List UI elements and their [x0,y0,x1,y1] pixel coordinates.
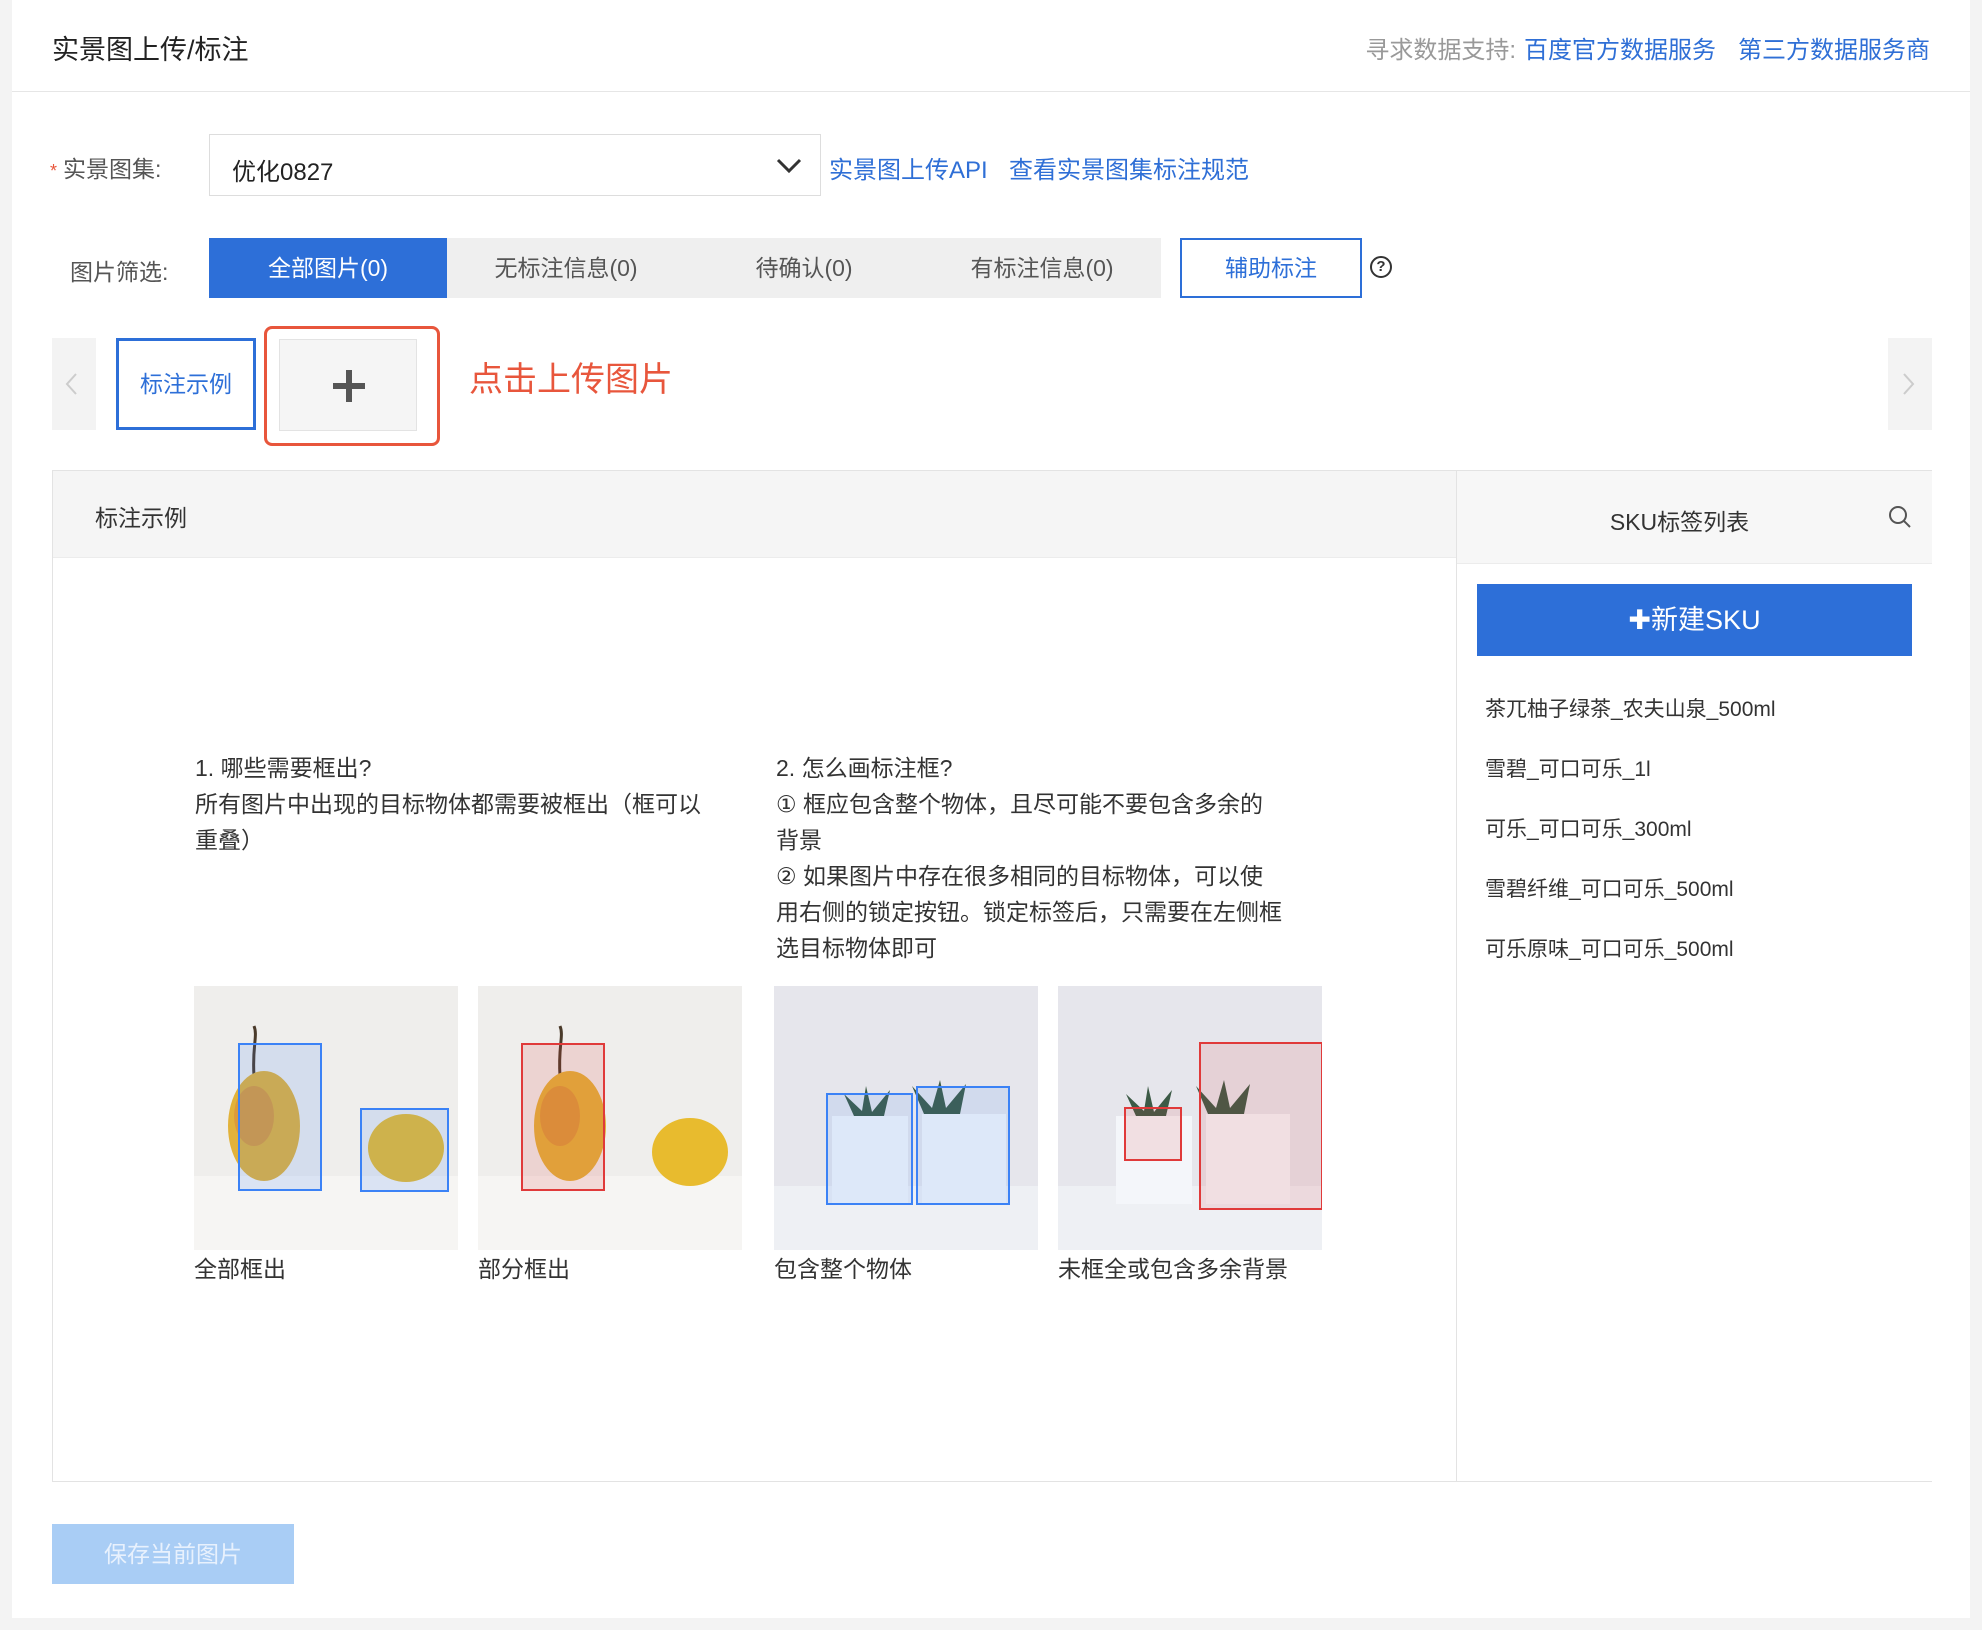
annotation-spec-link[interactable]: 查看实景图集标注规范 [1009,150,1249,185]
strip-next-button[interactable] [1888,338,1932,430]
example-photo-plants-bad [1058,986,1322,1250]
guide-line: ① 框应包含整个物体，且尽可能不要包含多余的 [776,791,1264,817]
image-filter-tabs: 全部图片(0) 无标注信息(0) 待确认(0) 有标注信息(0) [209,238,1161,298]
plus-icon: ✚ [1628,605,1652,635]
guide-title: 1. 哪些需要框出? [195,755,372,781]
third-party-data-link[interactable]: 第三方数据服务商 [1738,37,1930,64]
annotation-panel: 标注示例 SKU标签列表 ✚新建SKU 茶兀柚子绿茶_农夫山泉_500ml 雪碧… [52,470,1932,1482]
sku-header: SKU标签列表 [1457,471,1932,564]
top-bar: 实景图上传/标注 寻求数据支持: 百度官方数据服务 第三方数据服务商 [12,0,1970,92]
sku-item[interactable]: 雪碧_可口可乐_1l [1485,753,1651,783]
sku-item[interactable]: 可乐原味_可口可乐_500ml [1485,933,1734,963]
new-sku-button[interactable]: ✚新建SKU [1477,584,1912,656]
guide-line: 背景 [776,827,822,853]
assist-annotation-button[interactable]: 辅助标注 [1180,238,1362,298]
example-photo-plants-whole [774,986,1038,1250]
required-mark: * [50,161,58,181]
search-icon[interactable] [1888,505,1912,529]
guide-line: ② 如果图片中存在很多相同的目标物体，可以使 [776,863,1264,889]
data-support-label: 寻求数据支持: [1365,37,1516,64]
page-title: 实景图上传/标注 [52,35,249,65]
chevron-left-icon [65,373,77,395]
image-set-select[interactable]: 优化0827 [209,134,821,196]
sku-item[interactable]: 雪碧纤维_可口可乐_500ml [1485,873,1734,903]
tab-pending[interactable]: 待确认(0) [685,238,923,298]
upload-image-button[interactable] [279,339,417,431]
example-thumbnail[interactable]: 标注示例 [116,338,256,430]
data-support: 寻求数据支持: 百度官方数据服务 第三方数据服务商 [1365,30,1930,65]
sku-item[interactable]: 可乐_可口可乐_300ml [1485,813,1692,843]
panel-title: 标注示例 [95,505,187,531]
photo-caption: 包含整个物体 [774,1256,912,1282]
photo-caption: 未框全或包含多余背景 [1058,1256,1288,1282]
strip-prev-button[interactable] [52,338,96,430]
guide-line: 重叠） [195,827,264,853]
help-icon[interactable]: ? [1370,256,1392,278]
tab-unlabeled[interactable]: 无标注信息(0) [447,238,685,298]
chevron-down-icon [776,158,802,174]
guide-what-to-box: 1. 哪些需要框出? 所有图片中出现的目标物体都需要被框出（框可以 重叠） [195,750,701,858]
photo-caption: 部分框出 [478,1256,570,1282]
guide-how-to-box: 2. 怎么画标注框? ① 框应包含整个物体，且尽可能不要包含多余的 背景 ② 如… [776,750,1282,966]
tab-labeled[interactable]: 有标注信息(0) [923,238,1161,298]
example-photo-pears-partial [478,986,742,1250]
upload-hint: 点击上传图片 [469,361,673,399]
example-photo-pears-all-boxed [194,986,458,1250]
image-set-label: * 实景图集: [50,156,162,182]
sku-title: SKU标签列表 [1609,509,1750,535]
plus-icon [333,370,365,402]
photo-caption: 全部框出 [194,1256,286,1282]
panel-header: 标注示例 [53,471,1456,558]
guide-line: 所有图片中出现的目标物体都需要被框出（框可以 [195,791,701,817]
sku-item[interactable]: 茶兀柚子绿茶_农夫山泉_500ml [1485,693,1776,723]
save-image-button[interactable]: 保存当前图片 [52,1524,294,1584]
upload-api-link[interactable]: 实景图上传API [829,150,988,185]
baidu-data-service-link[interactable]: 百度官方数据服务 [1524,37,1716,64]
sku-sidebar: SKU标签列表 ✚新建SKU 茶兀柚子绿茶_农夫山泉_500ml 雪碧_可口可乐… [1456,471,1932,1481]
guide-line: 选目标物体即可 [776,935,937,961]
image-filter-label: 图片筛选: [70,259,169,285]
tab-all-images[interactable]: 全部图片(0) [209,238,447,298]
guide-line: 用右侧的锁定按钮。锁定标签后，只需要在左侧框 [776,899,1282,925]
guide-title: 2. 怎么画标注框? [776,755,953,781]
page: 实景图上传/标注 寻求数据支持: 百度官方数据服务 第三方数据服务商 * 实景图集: … [12,0,1970,1618]
image-set-value: 优化0827 [232,159,334,186]
chevron-right-icon [1903,373,1915,395]
upload-highlight [264,326,440,446]
